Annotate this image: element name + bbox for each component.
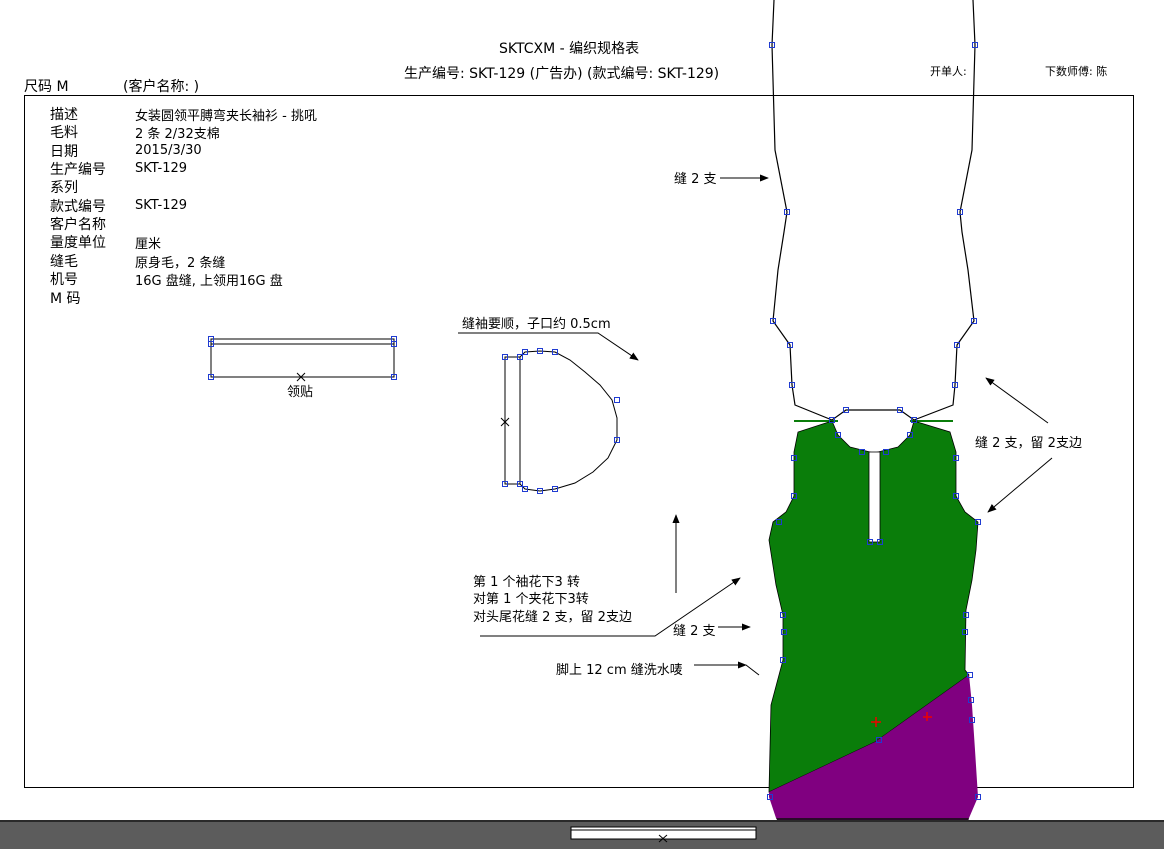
- field-label: 生产编号: [50, 162, 106, 178]
- opener-label: 开单人:: [930, 65, 967, 78]
- field-label: 系列: [50, 180, 78, 196]
- collar-thumbnail[interactable]: [568, 824, 760, 844]
- field-label: M 码: [50, 291, 81, 307]
- field-value: SKT-129: [135, 198, 188, 213]
- field-value: 2015/3/30: [135, 143, 202, 158]
- shoulder-seam-note: 缝 2 支，留 2支边: [975, 436, 1082, 451]
- field-label: 机号: [50, 272, 78, 288]
- field-label: 量度单位: [50, 235, 106, 251]
- edit-handle[interactable]: [767, 794, 773, 800]
- pattern-note-3: 对头尾花缝 2 支，留 2支边: [473, 610, 632, 625]
- field-label: 毛料: [50, 125, 78, 141]
- edit-handle[interactable]: [769, 42, 775, 48]
- hem-note: 脚上 12 cm 缝洗水唛: [556, 663, 683, 678]
- field-label: 描述: [50, 107, 78, 123]
- field-value: 16G 盘缝, 上领用16G 盘: [135, 274, 283, 289]
- sheet-title: SKTCXM - 编织规格表: [499, 41, 640, 57]
- sleeve-seam-note: 缝 2 支: [674, 172, 717, 187]
- field-value: SKT-129: [135, 161, 188, 176]
- customer-label: (客户名称: ): [123, 79, 200, 95]
- edit-handle[interactable]: [975, 794, 981, 800]
- size-label: 尺码 M: [24, 79, 69, 95]
- sleeve-note: 缝袖要顺，子口约 0.5cm: [462, 317, 611, 332]
- field-label: 客户名称: [50, 217, 106, 233]
- field-value: 女装圆领平膊弯夹长袖衫 - 挑吼: [135, 109, 317, 124]
- issuer-label: 下数师傅: 陈: [1045, 65, 1108, 78]
- field-label: 日期: [50, 144, 78, 160]
- field-label: 款式编号: [50, 199, 106, 215]
- field-label: 缝毛: [50, 254, 78, 270]
- spec-frame: [24, 95, 1134, 788]
- field-value: 厘米: [135, 237, 162, 252]
- side-seam-note: 缝 2 支: [673, 624, 716, 639]
- edit-handle[interactable]: [972, 42, 978, 48]
- collar-label: 领贴: [287, 385, 314, 400]
- field-value: 2 条 2/32支棉: [135, 127, 220, 142]
- sheet-subtitle: 生产编号: SKT-129 (广告办) (款式编号: SKT-129): [404, 66, 720, 82]
- pattern-note-2: 对第 1 个夹花下3转: [473, 592, 589, 607]
- field-value: 原身毛，2 条缝: [135, 256, 226, 271]
